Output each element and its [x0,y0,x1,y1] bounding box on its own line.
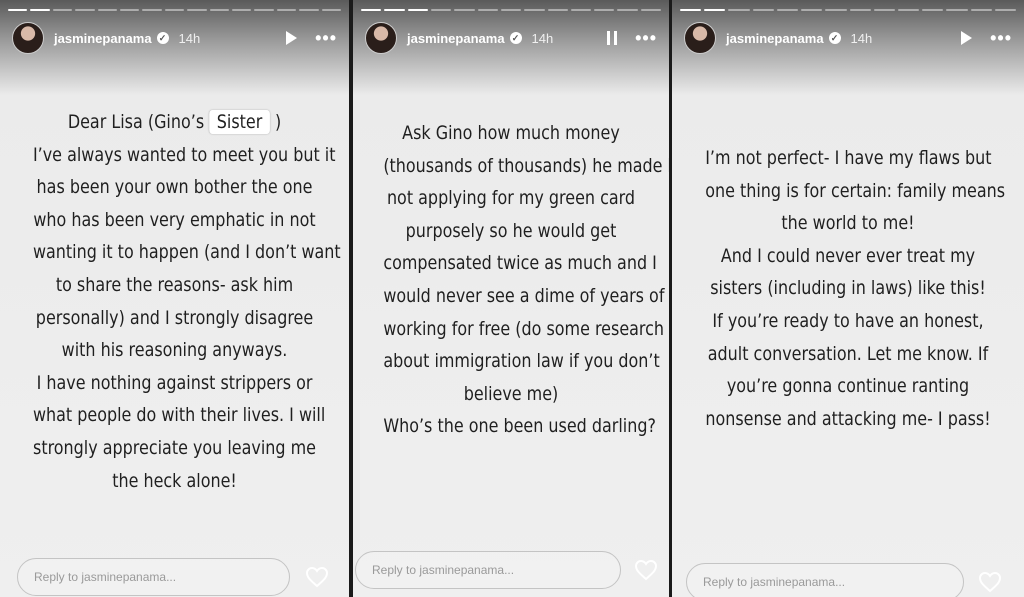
avatar[interactable] [365,22,397,54]
post-time: 14h [850,30,873,46]
story-text-line: you’re gonna continue ranting [726,375,970,398]
story-text-line: with his reasoning anyways. [61,339,288,362]
story-text: Dear Lisa (Gino’s Sister ) I’ve always wa… [32,106,341,497]
story-header: jasminepanama ✓ 14h ••• [12,22,337,54]
story-text-line: adult conversation. Let me know. If [707,342,989,365]
story-progress-bar [361,9,662,11]
avatar[interactable] [684,22,716,54]
story-text-line: If you’re ready to have an honest, [712,309,984,332]
like-heart-icon[interactable] [305,566,329,588]
story-text-line: Ask Gino how much money [402,122,620,144]
story-panel[interactable]: jasminepanama ✓ 14h ••• Ask Gino how muc… [353,0,669,597]
username[interactable]: jasminepanama [726,31,824,46]
story-text: I’m not perfect- I have my flaws but one … [705,142,1006,435]
story-text-line: I have nothing against strippers or [36,371,313,394]
username[interactable]: jasminepanama [54,31,152,46]
verified-badge-icon: ✓ [509,32,522,44]
verified-badge-icon: ✓ [828,32,841,44]
reply-input[interactable]: Reply to jasminepanama... [355,551,621,589]
story-header: jasminepanama ✓ 14h ••• [684,22,1012,54]
story-progress-bar [680,9,1017,11]
avatar[interactable] [12,22,44,54]
story-text-line: I’ve always wanted to meet you but it [32,143,336,166]
story-text-line: (thousands of thousands) he made by [383,154,669,177]
like-heart-icon[interactable] [978,571,1002,593]
username[interactable]: jasminepanama [407,31,505,46]
text-sticker: Sister [209,110,270,134]
story-panel[interactable]: jasminepanama ✓ 14h ••• I’m not perfect-… [672,0,1024,597]
story-text-line: one thing is for certain: family means [705,179,1006,202]
story-text-line: Dear Lisa (Gino’s Sister ) [67,110,282,134]
story-text-line: strongly appreciate you leaving me [33,436,316,459]
story-text-line: sisters (including in laws) like this! [710,277,986,300]
story-text-line: to share the reasons- ask him [55,273,294,296]
story-text: Ask Gino how much money (thousands of tho… [383,117,669,443]
like-heart-icon[interactable] [634,559,658,581]
story-text-line: personally) and I strongly disagree [35,306,314,329]
story-text-line: who has been very emphatic in not [33,208,316,231]
pause-icon[interactable] [607,31,618,45]
more-options-icon[interactable]: ••• [990,29,1012,47]
post-time: 14h [531,30,554,46]
verified-badge-icon: ✓ [156,32,169,44]
story-text-line: the heck alone! [112,469,237,492]
play-icon[interactable] [286,31,298,45]
story-text-line: I’m not perfect- I have my flaws but [705,147,992,169]
story-progress-bar [8,9,342,11]
more-options-icon[interactable]: ••• [315,29,337,47]
story-panel[interactable]: jasminepanama ✓ 14h ••• Dear Lisa (Gino’… [0,0,349,597]
story-text-line: would never see a dime of years of [383,284,665,307]
story-text-line: working for free (do some research [383,317,665,340]
post-time: 14h [178,30,201,46]
story-text-line: And I could never ever treat my [720,244,976,267]
story-text-line: purposely so he would get [405,219,617,242]
play-icon[interactable] [961,31,973,45]
story-text-line: wanting it to happen (and I don’t want [32,241,341,264]
story-text-line: compensated twice as much and I [383,252,657,275]
story-text-line: not applying for my green card [386,187,636,210]
story-text-line: nonsense and attacking me- I pass! [705,407,991,430]
story-text-line: the world to me! [781,212,915,235]
story-header: jasminepanama ✓ 14h ••• [365,22,657,54]
story-text-line: Who’s the one been used darling? [383,415,656,438]
story-text-line: about immigration law if you don’t [383,350,660,373]
reply-input[interactable]: Reply to jasminepanama... [686,563,964,597]
more-options-icon[interactable]: ••• [635,29,657,47]
story-text-line: what people do with their lives. I will [32,404,326,427]
story-text-line: has been your own bother the one [36,176,313,199]
story-text-line: believe me) [463,382,559,405]
reply-input[interactable]: Reply to jasminepanama... [17,558,290,596]
